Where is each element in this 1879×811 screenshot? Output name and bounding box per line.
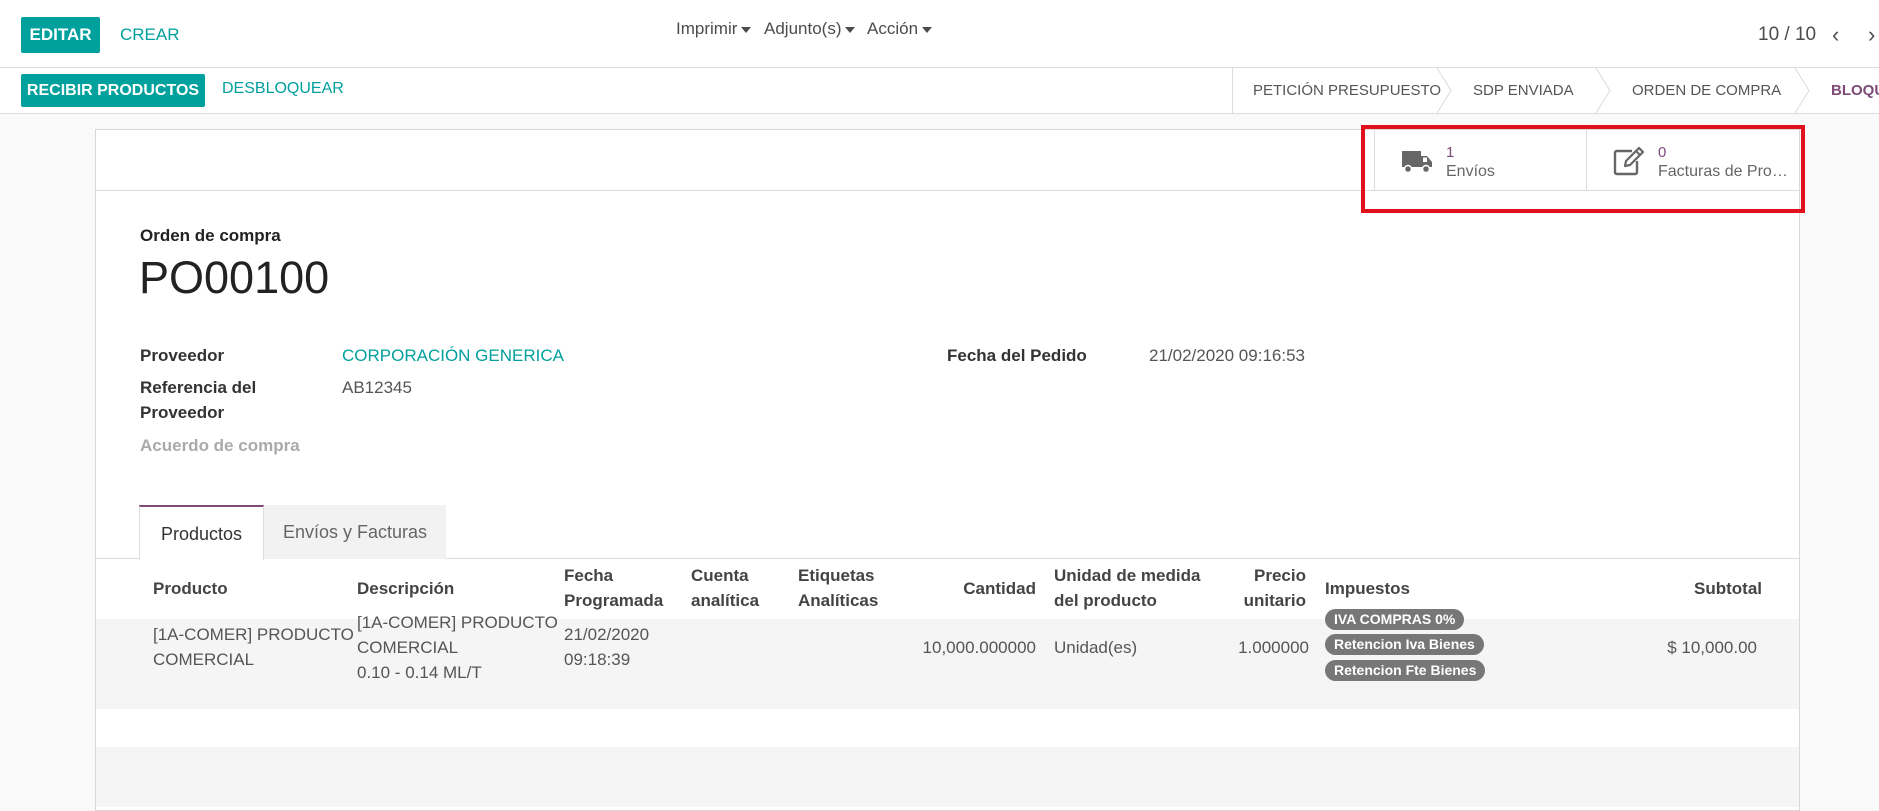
cell-description-line1: [1A-COMER] PRODUCTO [357, 613, 558, 632]
tax-badge: Retencion Fte Bienes [1325, 660, 1486, 681]
vendor-bills-smart-button[interactable]: 0 Facturas de Prov... [1586, 130, 1799, 190]
vendor-reference-label-line1: Referencia del [140, 378, 257, 397]
col-header-uom-line1[interactable]: Unidad de medida [1054, 563, 1200, 588]
chevron-down-icon [845, 26, 856, 33]
col-header-analytic-account-line2[interactable]: analítica [691, 588, 759, 613]
table-row-empty [96, 709, 1799, 747]
document-name: PO00100 [139, 252, 330, 303]
pager-value[interactable]: 10 / 10 [1758, 24, 1816, 46]
tax-badge: IVA COMPRAS 0% [1325, 609, 1465, 630]
cell-quantity: 10,000.000000 [922, 638, 1036, 657]
cell-scheduled-date-line2: 09:18:39 [564, 650, 631, 669]
vendor-bills-label: Facturas de Prov... [1658, 163, 1790, 180]
cell-description-line3: 0.10 - 0.14 ML/T [357, 663, 482, 682]
shipments-smart-button[interactable]: 1 Envíos [1374, 130, 1587, 190]
col-header-unit-price-line2[interactable]: unitario [1226, 588, 1306, 613]
pager-previous-button[interactable]: ‹ [1832, 22, 1839, 48]
tab-products[interactable]: Productos [139, 505, 264, 560]
stage-separator [1436, 68, 1452, 113]
statusbar: RECIBIR PRODUCTOS DESBLOQUEAR PETICIÓN P… [0, 68, 1879, 114]
cell-uom: Unidad(es) [1054, 638, 1138, 657]
col-header-product[interactable]: Producto [153, 576, 228, 601]
create-button[interactable]: CREAR [120, 25, 180, 45]
stage-separator [1595, 68, 1611, 113]
col-header-scheduled-date-line2[interactable]: Programada [564, 588, 663, 613]
action-menu[interactable]: Acción [867, 19, 933, 39]
vendor-reference-value: AB12345 [342, 378, 412, 397]
document-type-label: Orden de compra [140, 226, 281, 245]
col-header-unit-price-line1[interactable]: Precio [1226, 563, 1306, 588]
truck-icon [1402, 151, 1432, 174]
col-header-subtotal[interactable]: Subtotal [1656, 576, 1762, 601]
unlock-button[interactable]: DESBLOQUEAR [222, 80, 344, 98]
attachments-menu-label: Adjunto(s) [764, 19, 842, 38]
pager-next-button[interactable]: › [1868, 22, 1875, 48]
order-date-value: 21/02/2020 09:16:53 [1149, 346, 1305, 365]
stage-label: BLOQUEADO [1831, 82, 1879, 99]
chevron-down-icon [741, 26, 752, 33]
vendor-link[interactable]: CORPORACIÓN GENERICA [342, 346, 564, 366]
table-row[interactable]: [1A-COMER] PRODUCTO COMERCIAL [1A-COMER]… [96, 609, 1799, 709]
col-header-analytic-tags-line2[interactable]: Analíticas [798, 588, 878, 613]
smart-button-box: 1 Envíos 0 Facturas de Prov... [96, 130, 1799, 191]
vendor-bills-count: 0 [1658, 144, 1667, 161]
col-header-taxes[interactable]: Impuestos [1325, 576, 1410, 601]
stage-separator [1794, 68, 1810, 113]
col-header-analytic-account-line1[interactable]: Cuenta [691, 563, 749, 588]
shipments-count: 1 [1446, 144, 1455, 161]
col-header-scheduled-date-line1[interactable]: Fecha [564, 563, 613, 588]
control-panel: EDITAR CREAR Imprimir Adjunto(s) Acción … [0, 0, 1879, 68]
print-menu-label: Imprimir [676, 19, 738, 38]
tab-shipments-bills[interactable]: Envíos y Facturas [264, 505, 446, 559]
attachments-menu[interactable]: Adjunto(s) [764, 19, 856, 39]
col-header-uom-line2[interactable]: del producto [1054, 588, 1157, 613]
form-sheet: 1 Envíos 0 Facturas de Prov... Orden de … [95, 129, 1800, 811]
stage-rfq[interactable]: PETICIÓN PRESUPUESTO [1233, 68, 1453, 113]
stage-label: SDP ENVIADA [1473, 82, 1574, 99]
tax-badge: Retencion Iva Bienes [1325, 634, 1484, 655]
col-header-analytic-tags-line1[interactable]: Etiquetas [798, 563, 875, 588]
cell-product-line1: [1A-COMER] PRODUCTO [153, 625, 354, 644]
vendor-reference-label-line2: Proveedor [140, 403, 225, 422]
cell-subtotal: $ 10,000.00 [1667, 638, 1757, 657]
stage-purchase-order[interactable]: ORDEN DE COMPRA [1612, 68, 1811, 113]
stage-locked[interactable]: BLOQUEADO [1811, 68, 1879, 113]
cell-description-line2: COMERCIAL [357, 638, 459, 657]
order-date-label: Fecha del Pedido [947, 346, 1087, 365]
edit-icon [1613, 146, 1645, 176]
stage-label: ORDEN DE COMPRA [1632, 82, 1782, 99]
purchase-agreement-label: Acuerdo de compra [140, 436, 300, 455]
cell-unit-price: 1.000000 [1238, 638, 1309, 657]
action-menu-label: Acción [867, 19, 919, 38]
shipments-label: Envíos [1446, 163, 1495, 180]
stage-pipeline: PETICIÓN PRESUPUESTO SDP ENVIADA ORDEN D… [1232, 68, 1879, 113]
cell-scheduled-date-line1: 21/02/2020 [564, 625, 650, 644]
stage-rfq-sent[interactable]: SDP ENVIADA [1453, 68, 1612, 113]
stage-label: PETICIÓN PRESUPUESTO [1253, 82, 1442, 99]
receive-products-button[interactable]: RECIBIR PRODUCTOS [21, 74, 205, 107]
edit-button[interactable]: EDITAR [21, 17, 100, 53]
col-header-description[interactable]: Descripción [357, 576, 454, 601]
chevron-down-icon [922, 26, 933, 33]
vendor-label: Proveedor [140, 346, 225, 365]
table-row-empty [96, 747, 1799, 807]
cell-product-line2: COMERCIAL [153, 650, 255, 669]
print-menu[interactable]: Imprimir [676, 19, 752, 39]
col-header-quantity[interactable]: Cantidad [956, 576, 1036, 601]
